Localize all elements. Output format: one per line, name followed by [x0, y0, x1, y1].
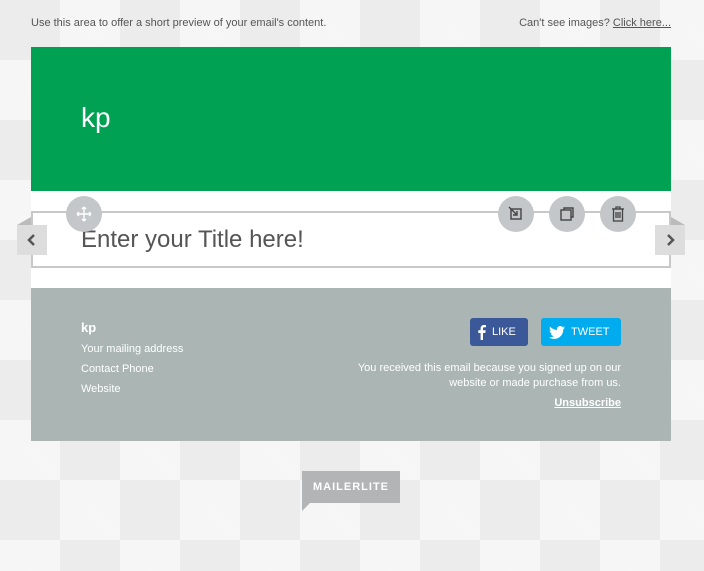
move-button[interactable] [66, 196, 102, 232]
mailerlite-label: MAILERLITE [313, 481, 389, 493]
trash-icon [612, 206, 624, 222]
email-footer: kp Your mailing address Contact Phone We… [31, 288, 671, 441]
website: Website [81, 383, 121, 395]
title-text[interactable]: Enter your Title here! [81, 226, 304, 254]
twitter-tweet-button[interactable]: TWEET [541, 318, 621, 346]
header-brand: kp [81, 102, 111, 133]
email-header: kp [31, 47, 671, 191]
facebook-icon [478, 324, 486, 340]
resize-icon [508, 206, 522, 220]
mailerlite-badge[interactable]: MAILERLITE [302, 471, 400, 511]
footer-name: kp [81, 320, 97, 335]
like-label: LIKE [492, 326, 516, 338]
preheader: Use this area to offer a short preview o… [31, 17, 671, 29]
next-block-button[interactable] [655, 217, 685, 255]
mailing-address: Your mailing address [81, 343, 184, 355]
social-buttons: LIKE TWEET [470, 318, 621, 346]
resize-button[interactable] [498, 196, 534, 232]
tweet-label: TWEET [571, 326, 610, 338]
click-here-link[interactable]: Click here... [613, 17, 671, 29]
preview-text: Use this area to offer a short preview o… [31, 17, 327, 29]
cant-see-images-text: Can't see images? [519, 17, 610, 29]
prev-block-button[interactable] [17, 217, 47, 255]
move-icon [76, 206, 92, 222]
footer-contact: kp Your mailing address Contact Phone We… [81, 320, 183, 403]
subscription-notice: You received this email because you sign… [357, 362, 621, 389]
delete-button[interactable] [600, 196, 636, 232]
duplicate-icon [560, 207, 574, 221]
view-online: Can't see images? Click here... [519, 17, 671, 29]
twitter-icon [549, 325, 565, 339]
unsubscribe-link[interactable]: Unsubscribe [554, 397, 621, 409]
chevron-left-icon [27, 234, 35, 246]
chevron-right-icon [667, 234, 675, 246]
duplicate-button[interactable] [549, 196, 585, 232]
facebook-like-button[interactable]: LIKE [470, 318, 528, 346]
contact-phone: Contact Phone [81, 363, 154, 375]
